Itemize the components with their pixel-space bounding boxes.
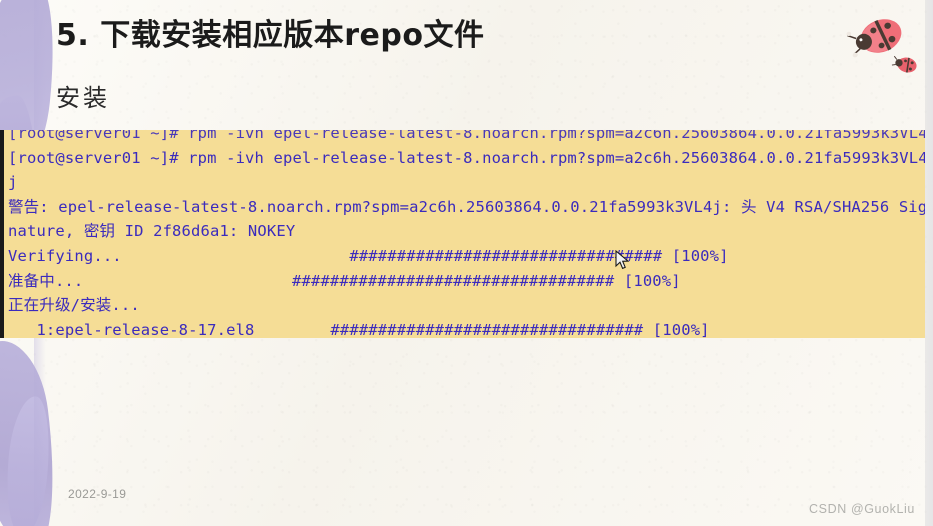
terminal-line: j — [8, 173, 18, 192]
terminal-line: nature, 密钥 ID 2f86d6a1: NOKEY — [8, 222, 296, 241]
terminal-line: 1:epel-release-8-17.el8 ################… — [8, 320, 710, 338]
terminal-line: 警告: epel-release-latest-8.noarch.rpm?spm… — [8, 197, 925, 216]
terminal-line: [root@server01 ~]# rpm -ivh epel-release… — [8, 130, 925, 142]
terminal-line: 正在升级/安装... — [8, 296, 140, 315]
terminal-line: [root@server01 ~]# rpm -ivh epel-release… — [8, 148, 925, 167]
page-title: 5. 下载安装相应版本repo文件 — [56, 18, 485, 53]
slide-right-edge-decoration — [925, 0, 933, 526]
csdn-watermark: CSDN @GuokLiu — [809, 502, 915, 516]
ladybug-icon-group — [837, 2, 925, 80]
ladybug-icon — [846, 19, 917, 73]
terminal-line: 准备中... #################################… — [8, 271, 681, 290]
terminal-output-block[interactable]: [root@server01 ~]# rpm -ivh epel-release… — [0, 130, 925, 338]
terminal-line: Verifying... ###########################… — [8, 246, 729, 265]
section-subtitle: 安装 — [56, 84, 110, 112]
slide-date: 2022-9-19 — [68, 487, 127, 501]
slide-canvas: 5. 下载安装相应版本repo文件 安装 [root@server01 ~]# … — [0, 0, 933, 526]
terminal-lines-container: [root@server01 ~]# rpm -ivh epel-release… — [4, 130, 925, 338]
